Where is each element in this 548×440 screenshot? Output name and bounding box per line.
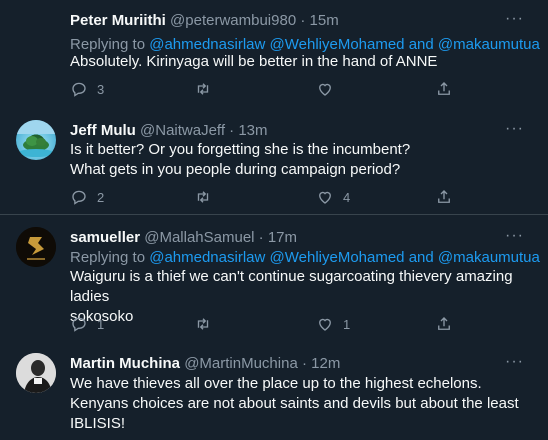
tweet-header: Peter Muriithi @peterwambui980 · 15m — [70, 12, 339, 29]
like-icon — [319, 83, 331, 96]
retweet-icon — [197, 191, 209, 203]
tweet-time[interactable]: · 13m — [229, 122, 267, 139]
share-icon — [438, 82, 450, 95]
action-bar: 2 4 — [70, 188, 450, 208]
gold-logo-avatar-image — [16, 227, 56, 267]
tweet-text: Is it better? Or you forgetting she is t… — [70, 141, 411, 178]
share-button[interactable] — [435, 80, 453, 98]
tweet-time[interactable]: · 12m — [302, 355, 340, 372]
mention-link[interactable]: @ahmednasirlaw — [149, 249, 265, 266]
more-icon[interactable]: ··· — [505, 227, 524, 245]
author-handle[interactable]: @MartinMuchina — [184, 355, 298, 372]
tweet-header: Martin Muchina @MartinMuchina · 12m — [70, 355, 340, 372]
author-handle[interactable]: @NaitwaJeff — [140, 122, 225, 139]
retweet-button[interactable] — [194, 80, 212, 98]
like-count: 4 — [343, 189, 351, 205]
action-bar: 1 1 — [70, 315, 450, 335]
reply-button[interactable]: 1 — [70, 315, 104, 333]
mention-link[interactable]: @WehliyeMohamed — [270, 249, 405, 266]
avatar[interactable] — [16, 353, 56, 393]
retweet-button[interactable] — [194, 188, 212, 206]
replying-prefix: Replying to — [70, 249, 146, 266]
mention-link[interactable]: @WehliyeMohamed — [270, 36, 405, 53]
mention-link[interactable]: @makaumutua — [438, 249, 540, 266]
mention-link[interactable]: @makaumutua — [438, 36, 540, 53]
tweet-1[interactable]: Peter Muriithi @peterwambui980 · 15m ···… — [0, 0, 548, 108]
reply-count: 3 — [97, 81, 105, 97]
portrait-avatar-image — [16, 353, 56, 393]
reply-count: 2 — [97, 189, 105, 205]
like-button[interactable] — [316, 80, 334, 98]
author-name[interactable]: Jeff Mulu — [70, 122, 136, 139]
share-button[interactable] — [435, 315, 453, 333]
tweet-time[interactable]: · 17m — [259, 229, 297, 246]
island-avatar-image — [16, 120, 56, 157]
more-icon[interactable]: ··· — [505, 120, 524, 138]
mention-and[interactable]: and — [409, 36, 434, 53]
author-name[interactable]: Martin Muchina — [70, 355, 180, 372]
avatar[interactable] — [16, 227, 56, 267]
like-count: 1 — [343, 316, 351, 332]
author-name[interactable]: Peter Muriithi — [70, 12, 166, 29]
reply-icon — [72, 317, 86, 332]
reply-icon — [72, 82, 86, 97]
tweet-2[interactable]: Jeff Mulu @NaitwaJeff · 13m ··· Is it be… — [0, 108, 548, 215]
like-button[interactable]: 1 — [316, 315, 350, 333]
retweet-icon — [197, 318, 209, 330]
reply-icon — [72, 190, 86, 205]
tweet-text: We have thieves all over the place up to… — [70, 375, 519, 432]
replying-to: Replying to @ahmednasirlaw @WehliyeMoham… — [70, 249, 540, 266]
tweet-3[interactable]: samueller @MallahSamuel · 17m ··· Replyi… — [0, 215, 548, 345]
tweet-4[interactable]: Martin Muchina @MartinMuchina · 12m ··· … — [0, 345, 548, 440]
reply-button[interactable]: 3 — [70, 80, 104, 98]
author-handle[interactable]: @peterwambui980 — [170, 12, 296, 29]
tweet-header: samueller @MallahSamuel · 17m — [70, 229, 297, 246]
author-handle[interactable]: @MallahSamuel — [144, 229, 254, 246]
more-icon[interactable]: ··· — [505, 10, 524, 28]
replying-prefix: Replying to — [70, 36, 146, 53]
share-icon — [438, 317, 450, 330]
author-name[interactable]: samueller — [70, 229, 140, 246]
mention-link[interactable]: @ahmednasirlaw — [149, 36, 265, 53]
share-icon — [438, 190, 450, 203]
like-button[interactable]: 4 — [316, 188, 350, 206]
reply-count: 1 — [97, 316, 105, 332]
like-icon — [319, 318, 331, 331]
retweet-icon — [197, 83, 209, 95]
retweet-button[interactable] — [194, 315, 212, 333]
action-bar: 3 — [70, 80, 450, 100]
avatar[interactable] — [16, 120, 56, 160]
like-icon — [319, 191, 331, 204]
share-button[interactable] — [435, 188, 453, 206]
reply-button[interactable]: 2 — [70, 188, 104, 206]
tweet-text: Absolutely. Kirinyaga will be better in … — [70, 53, 438, 70]
mention-and[interactable]: and — [409, 249, 434, 266]
tweet-header: Jeff Mulu @NaitwaJeff · 13m — [70, 122, 268, 139]
more-icon[interactable]: ··· — [505, 353, 524, 371]
tweet-time[interactable]: · 15m — [300, 12, 338, 29]
replying-to: Replying to @ahmednasirlaw @WehliyeMoham… — [70, 36, 540, 53]
